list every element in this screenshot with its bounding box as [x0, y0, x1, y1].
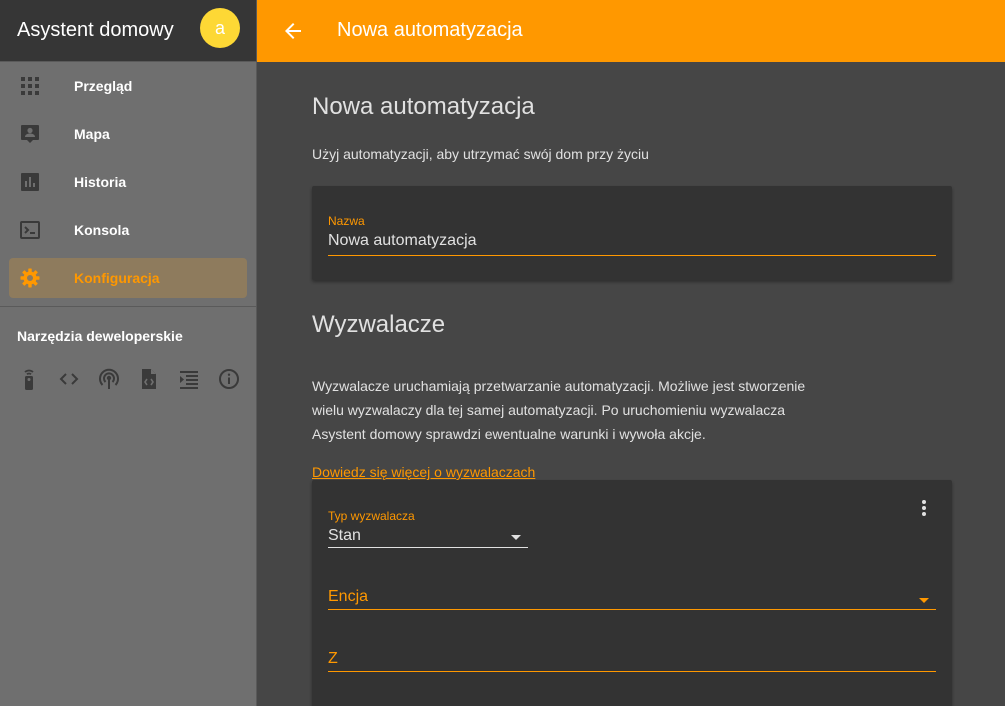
trigger-card: Typ wyzwalacza Stan Encja Z [312, 480, 952, 706]
app-title: Asystent domowy [17, 19, 174, 41]
broadcast-icon[interactable] [97, 367, 121, 391]
sidebar-item-label: Mapa [74, 126, 110, 142]
back-arrow-icon[interactable] [281, 19, 305, 43]
sidebar-nav: Przegląd Mapa Historia Konsola Konfigura… [0, 62, 256, 298]
from-state-field-underline [328, 671, 936, 672]
sidebar-item-przeglad[interactable]: Przegląd [9, 66, 247, 106]
map-person-icon [21, 125, 39, 143]
entity-field-underline [328, 609, 936, 610]
triggers-heading: Wyzwalacze [312, 311, 446, 338]
main-content: Nowa automatyzacja Użyj automatyzacji, a… [257, 62, 1005, 706]
trigger-type-select[interactable]: Stan [328, 527, 361, 545]
sidebar-header: Asystent domowy a [0, 0, 256, 62]
console-icon [20, 221, 40, 239]
name-card: Nazwa Nowa automatyzacja [312, 186, 952, 280]
app-toolbar: Nowa automatyzacja [257, 0, 1005, 62]
sidebar-item-label: Konfiguracja [74, 270, 160, 286]
triggers-description: Wyzwalacze uruchamiają przetwarzanie aut… [312, 378, 806, 442]
sidebar-item-label: Historia [74, 174, 127, 190]
trigger-type-underline [328, 547, 528, 548]
entity-field[interactable]: Encja [328, 588, 368, 606]
name-field[interactable]: Nowa automatyzacja [328, 232, 477, 250]
dev-tools-title: Narzędzia deweloperskie [17, 328, 183, 344]
sidebar-item-historia[interactable]: Historia [9, 162, 247, 202]
dev-tools [0, 355, 256, 395]
gear-icon [20, 268, 40, 288]
sidebar-item-mapa[interactable]: Mapa [9, 114, 247, 154]
sidebar-item-label: Konsola [74, 222, 130, 238]
remote-icon[interactable] [17, 367, 41, 391]
sidebar-item-label: Przegląd [74, 78, 133, 94]
grid-icon [21, 77, 39, 95]
code-icon[interactable] [57, 367, 81, 391]
trigger-type-label: Typ wyzwalacza [328, 509, 415, 523]
chevron-down-icon [511, 535, 521, 540]
template-icon[interactable] [177, 367, 201, 391]
page-intro: Użyj automatyzacji, aby utrzymać swój do… [312, 146, 649, 162]
info-icon[interactable] [217, 367, 241, 391]
toolbar-title: Nowa automatyzacja [337, 19, 523, 41]
name-field-label: Nazwa [328, 214, 365, 228]
file-code-icon[interactable] [137, 367, 161, 391]
page-title: Nowa automatyzacja [312, 93, 535, 120]
more-vert-icon[interactable] [912, 496, 936, 520]
chart-bar-icon [21, 173, 39, 191]
sidebar: Asystent domowy a Przegląd Mapa Historia… [0, 0, 257, 706]
sidebar-item-konfiguracja[interactable]: Konfiguracja [9, 258, 247, 298]
chevron-down-icon[interactable] [919, 598, 929, 603]
triggers-learn-more-link[interactable]: Dowiedz się więcej o wyzwalaczach [312, 464, 535, 480]
from-state-field[interactable]: Z [328, 650, 338, 668]
name-field-underline [328, 255, 936, 256]
avatar[interactable]: a [200, 8, 240, 48]
sidebar-item-konsola[interactable]: Konsola [9, 210, 247, 250]
